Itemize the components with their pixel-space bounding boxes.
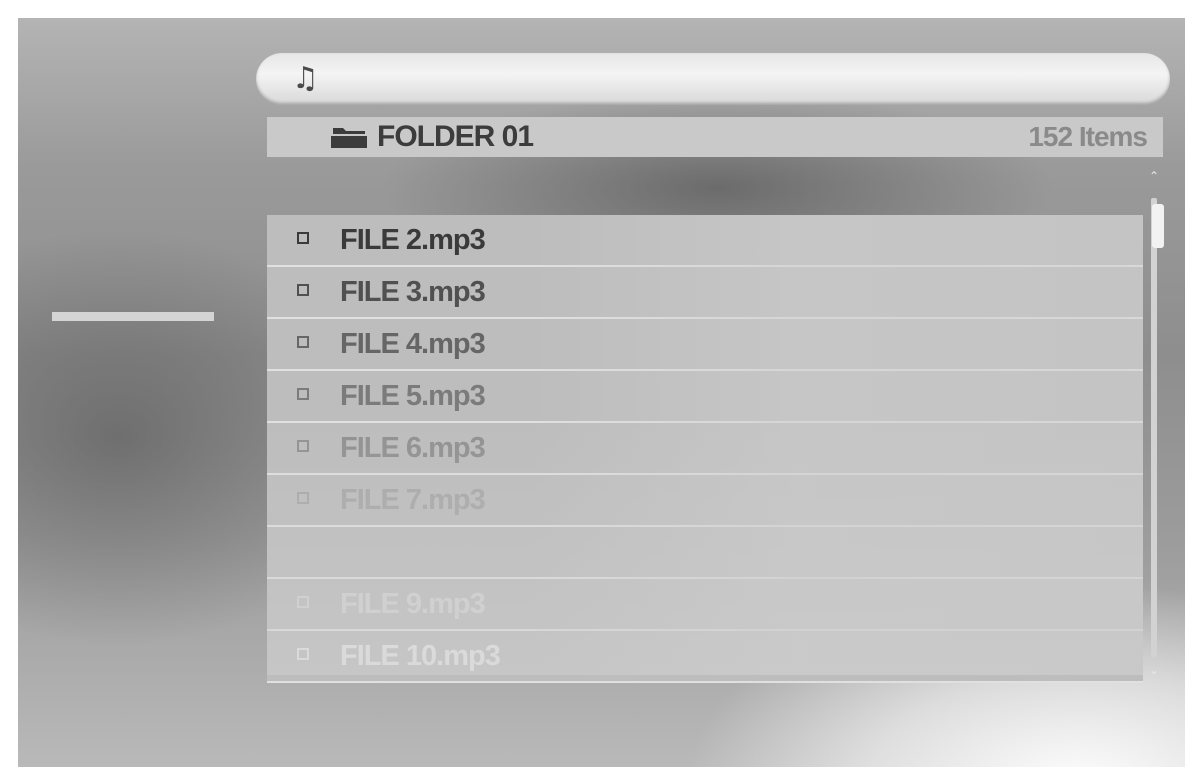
scroll-up-icon[interactable]: ⌃ [1148,170,1160,182]
checkbox-icon[interactable] [297,596,309,608]
file-name: FILE 7.mp3 [340,484,486,516]
checkbox-icon[interactable] [297,284,309,296]
file-name: FILE 9.mp3 [340,588,486,620]
file-name: FILE 5.mp3 [340,380,486,412]
checkbox-icon[interactable] [297,232,309,244]
file-name: FILE 3.mp3 [340,276,486,308]
list-item[interactable]: FILE 7.mp3 [267,475,1143,527]
checkbox-icon[interactable] [297,648,309,660]
file-name: FILE 2.mp3 [340,224,486,256]
checkbox-icon[interactable] [297,492,309,504]
item-count: 152 Items [1028,121,1148,152]
player-screen: ♫ FOLDER 01 152 Items FILE 2.mp3 FILE 3.m… [18,18,1185,767]
scrollbar[interactable]: ⌃ ⌄ [1148,170,1164,678]
checkbox-icon[interactable] [297,440,309,452]
side-indicator-line [52,312,214,321]
folder-icon [331,128,367,148]
list-item[interactable]: FILE 5.mp3 [267,371,1143,423]
list-item[interactable]: FILE 4.mp3 [267,319,1143,371]
checkbox-icon[interactable] [297,388,309,400]
list-item[interactable]: FILE 9.mp3 [267,579,1143,631]
file-list: FILE 2.mp3 FILE 3.mp3 FILE 4.mp3 FILE 5.mp3… [267,215,1143,683]
checkbox-icon[interactable] [297,544,309,556]
checkbox-icon[interactable] [297,336,309,348]
scroll-track[interactable] [1151,198,1164,658]
file-name: FILE 10.mp3 [340,640,501,672]
scroll-thumb[interactable] [1152,204,1164,248]
list-item[interactable]: FILE 2.mp3 [267,215,1143,267]
file-name: FILE 8.mp3 [340,536,486,568]
music-note-icon: ♫ [292,61,319,96]
scroll-down-icon[interactable]: ⌄ [1148,664,1160,676]
list-item[interactable]: FILE 10.mp3 [267,631,1143,683]
file-name: FILE 6.mp3 [340,432,486,464]
list-item[interactable]: FILE 3.mp3 [267,267,1143,319]
file-name: FILE 4.mp3 [340,328,486,360]
title-bar: ♫ [256,53,1170,105]
folder-name: FOLDER 01 [377,120,534,153]
list-item[interactable]: FILE 6.mp3 [267,423,1143,475]
folder-header[interactable]: FOLDER 01 152 Items [267,117,1163,157]
list-item[interactable]: FILE 8.mp3 [267,527,1143,579]
